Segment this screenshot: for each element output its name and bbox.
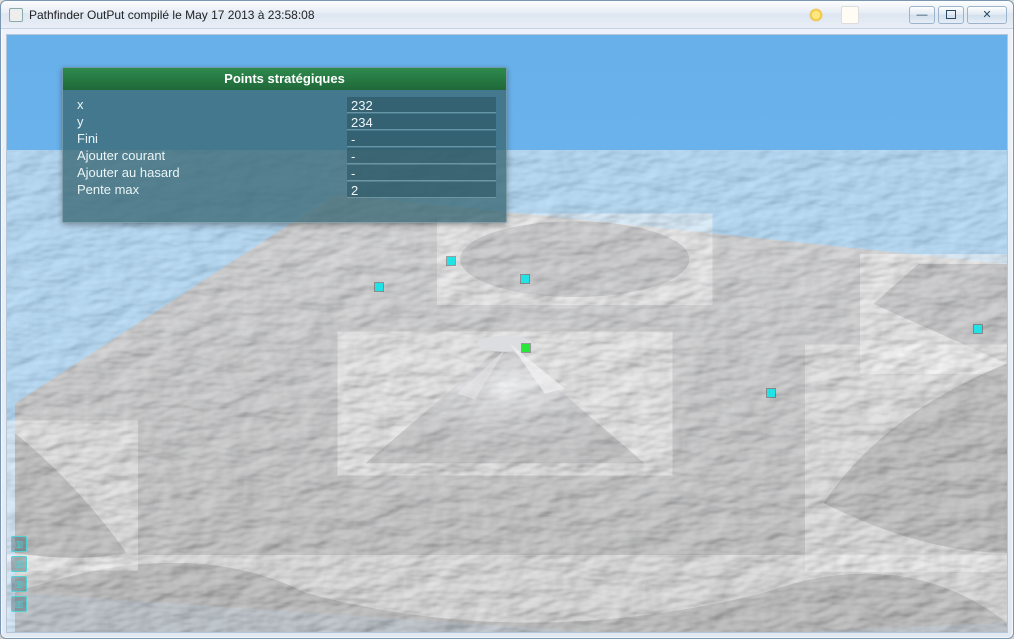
minimize-button[interactable]: — <box>909 6 935 24</box>
vp-toggle-1-icon[interactable]: ▥ <box>11 536 27 552</box>
value[interactable]: 232 <box>347 97 496 113</box>
window-title: Pathfinder OutPut compilé le May 17 2013… <box>29 8 801 22</box>
marker-point[interactable] <box>375 283 383 291</box>
app-icon <box>9 8 23 22</box>
row-y[interactable]: y 234 <box>77 113 496 130</box>
vp-toggle-2-icon[interactable]: ▥ <box>11 556 27 572</box>
marker-point[interactable] <box>521 275 529 283</box>
close-button[interactable]: ✕ <box>967 6 1007 24</box>
vp-toggle-4-icon[interactable]: ▥ <box>11 596 27 612</box>
maximize-button[interactable] <box>938 6 964 24</box>
panel-body: x 232 y 234 Fini - Ajouter courant - Ajo… <box>63 90 506 200</box>
titlebar[interactable]: Pathfinder OutPut compilé le May 17 2013… <box>1 1 1013 29</box>
row-x[interactable]: x 232 <box>77 96 496 113</box>
viewport-3d[interactable]: Points stratégiques x 232 y 234 Fini - A… <box>6 34 1008 633</box>
sun-icon <box>807 6 825 24</box>
label: Ajouter au hasard <box>77 164 347 182</box>
row-fini[interactable]: Fini - <box>77 130 496 147</box>
value[interactable]: - <box>347 148 496 164</box>
blank-icon <box>841 6 859 24</box>
caption-buttons: — ✕ <box>909 6 1007 24</box>
marker-point[interactable] <box>767 389 775 397</box>
label: x <box>77 96 347 114</box>
row-ajouter-courant[interactable]: Ajouter courant - <box>77 147 496 164</box>
marker-active[interactable] <box>522 344 530 352</box>
value[interactable]: - <box>347 165 496 181</box>
strategic-points-panel[interactable]: Points stratégiques x 232 y 234 Fini - A… <box>62 67 507 223</box>
panel-title: Points stratégiques <box>63 68 506 90</box>
vp-toggle-3-icon[interactable]: ▥ <box>11 576 27 592</box>
value[interactable]: 234 <box>347 114 496 130</box>
value[interactable]: 2 <box>347 182 496 198</box>
label: y <box>77 113 347 131</box>
label: Fini <box>77 130 347 148</box>
app-window: Pathfinder OutPut compilé le May 17 2013… <box>0 0 1014 639</box>
label: Pente max <box>77 181 347 199</box>
value[interactable]: - <box>347 131 496 147</box>
row-ajouter-hasard[interactable]: Ajouter au hasard - <box>77 164 496 181</box>
marker-point[interactable] <box>974 325 982 333</box>
row-pente-max[interactable]: Pente max 2 <box>77 181 496 198</box>
marker-point[interactable] <box>447 257 455 265</box>
viewport-toggle-stack: ▥ ▥ ▥ ▥ <box>11 536 27 612</box>
label: Ajouter courant <box>77 147 347 165</box>
